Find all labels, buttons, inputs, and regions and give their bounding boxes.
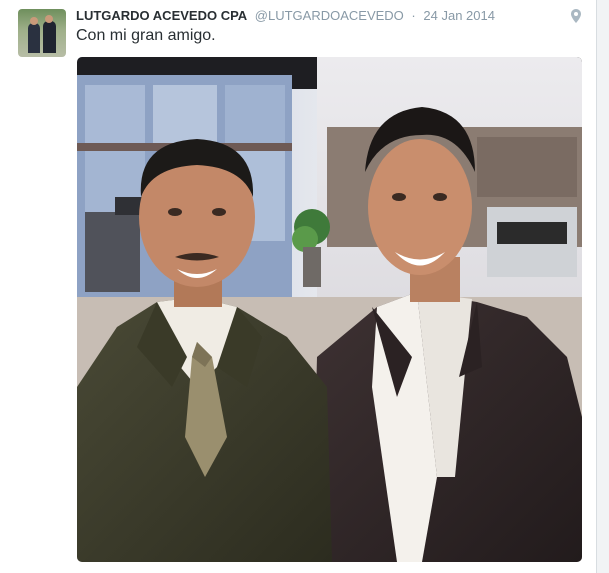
tweet-text: Con mi gran amigo. [76, 27, 216, 44]
photo-illustration [77, 57, 582, 562]
author-handle[interactable]: @LUTGARDOACEVEDO [255, 8, 404, 23]
tweet-date[interactable]: 24 Jan 2014 [423, 8, 495, 23]
avatar[interactable] [18, 9, 66, 57]
author-name[interactable]: LUTGARDO ACEVEDO CPA [76, 8, 247, 23]
scrollbar[interactable] [597, 0, 609, 573]
location-pin-icon[interactable] [571, 9, 581, 23]
tweet-header: LUTGARDO ACEVEDO CPA @LUTGARDOACEVEDO · … [76, 8, 495, 24]
tweet-photo[interactable] [77, 57, 582, 562]
tweet-card: LUTGARDO ACEVEDO CPA @LUTGARDOACEVEDO · … [0, 0, 597, 573]
meta-separator: · [411, 8, 416, 23]
